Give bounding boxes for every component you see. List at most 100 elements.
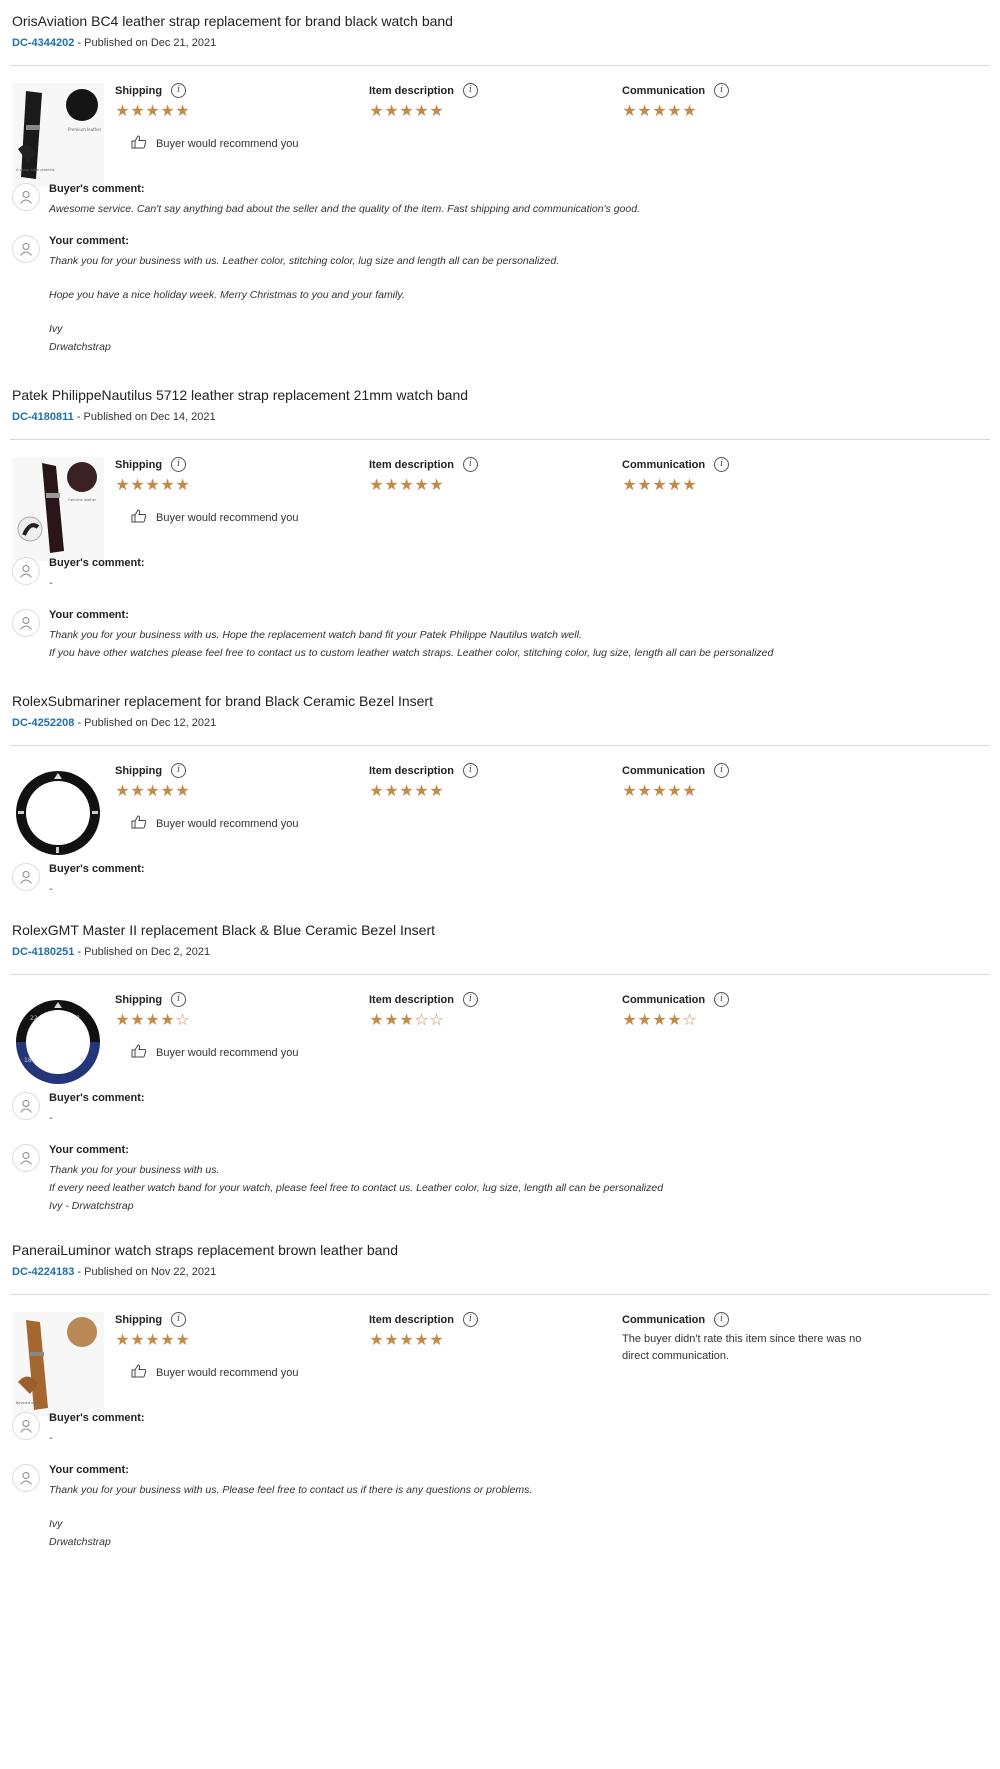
info-icon[interactable]: i — [462, 992, 478, 1007]
buyer-comment-text: - — [49, 1429, 969, 1447]
star-filled-icon: ★ — [414, 1332, 429, 1349]
comment-line: If you have other watches please feel fr… — [49, 647, 774, 659]
rating-label: Item description i — [369, 83, 478, 98]
star-filled-icon: ★ — [399, 1332, 414, 1349]
star-filled-icon: ★ — [369, 783, 384, 800]
rating-item-description: Item description i ★★★☆☆ — [369, 992, 478, 1029]
star-rating: ★★★★★ — [369, 1333, 478, 1349]
star-filled-icon: ★ — [667, 477, 682, 494]
order-id-link[interactable]: DC-4252208 — [12, 717, 74, 729]
star-filled-icon: ★ — [175, 103, 190, 120]
star-filled-icon: ★ — [160, 477, 175, 494]
info-icon[interactable]: i — [462, 1312, 478, 1327]
rating-item-description: Item description i ★★★★★ — [369, 1312, 478, 1349]
user-avatar-icon — [12, 1464, 40, 1492]
thumbs-up-icon — [131, 509, 147, 526]
info-icon[interactable]: i — [171, 763, 187, 778]
star-filled-icon: ★ — [175, 1332, 190, 1349]
your-comment-text: Thank you for your business with us. Lea… — [49, 252, 969, 356]
rating-label-text: Communication — [622, 764, 706, 777]
star-filled-icon: ★ — [175, 783, 190, 800]
star-filled-icon: ★ — [384, 477, 399, 494]
info-icon[interactable]: i — [171, 83, 187, 98]
recommend-text: Buyer would recommend you — [156, 1046, 299, 1059]
order-id-link[interactable]: DC-4180811 — [12, 411, 74, 423]
comment-line: Drwatchstrap — [49, 341, 111, 353]
your-comment-label: Your comment: — [49, 1464, 129, 1476]
comment-spacer — [49, 270, 969, 286]
svg-text:8: 8 — [80, 1057, 84, 1064]
rating-label: Shipping i — [115, 763, 190, 778]
star-rating: ★★★★★ — [369, 784, 478, 800]
star-filled-icon: ★ — [384, 1332, 399, 1349]
info-icon[interactable]: i — [714, 83, 730, 98]
product-thumbnail[interactable] — [12, 767, 104, 871]
rating-label: Shipping i — [115, 992, 190, 1007]
svg-text:Beveled edge: Beveled edge — [16, 1401, 40, 1405]
star-filled-icon: ★ — [175, 477, 190, 494]
your-comment-label: Your comment: — [49, 1144, 129, 1156]
rating-label: Shipping i — [115, 457, 190, 472]
thumbs-up-icon — [131, 1364, 147, 1381]
comment-line: Ivy - Drwatchstrap — [49, 1200, 134, 1212]
comment-line: - — [49, 577, 53, 589]
star-filled-icon: ★ — [652, 103, 667, 120]
star-filled-icon: ★ — [399, 103, 414, 120]
info-icon[interactable]: i — [171, 1312, 187, 1327]
product-thumbnail[interactable]: 22 2 18 8 — [12, 996, 104, 1100]
comment-line: Ivy — [49, 323, 63, 335]
rating-shipping: Shipping i ★★★★★ — [115, 457, 190, 494]
recommend-text: Buyer would recommend you — [156, 137, 299, 150]
rating-label-text: Item description — [369, 764, 454, 777]
info-icon[interactable]: i — [714, 1312, 730, 1327]
star-filled-icon: ★ — [145, 477, 160, 494]
order-id-link[interactable]: DC-4344202 — [12, 37, 74, 49]
info-icon[interactable]: i — [714, 992, 730, 1007]
info-icon[interactable]: i — [462, 83, 478, 98]
user-avatar-icon — [12, 1092, 40, 1120]
thumbs-up-icon — [131, 815, 147, 832]
order-id-link[interactable]: DC-4224183 — [12, 1266, 74, 1278]
review-title: OrisAviation BC4 leather strap replaceme… — [12, 13, 453, 29]
star-filled-icon: ★ — [667, 1012, 682, 1029]
review-meta: DC-4224183 - Published on Nov 22, 2021 — [12, 1266, 216, 1278]
star-filled-icon: ★ — [622, 477, 637, 494]
star-rating: ★★★★★ — [115, 478, 190, 494]
user-avatar-icon — [12, 1144, 40, 1172]
product-thumbnail[interactable]: Genuine leather — [12, 457, 104, 561]
user-avatar-icon — [12, 235, 40, 263]
review-title: RolexSubmariner replacement for brand Bl… — [12, 693, 433, 709]
recommend-text: Buyer would recommend you — [156, 817, 299, 830]
star-filled-icon: ★ — [637, 783, 652, 800]
rating-label-text: Item description — [369, 84, 454, 97]
published-prefix: - Published on — [74, 1266, 151, 1278]
star-filled-icon: ★ — [429, 477, 444, 494]
rating-communication: Communication i ★★★★★ — [622, 457, 730, 494]
info-icon[interactable]: i — [714, 763, 730, 778]
star-rating: ★★★★★ — [622, 784, 729, 800]
info-icon[interactable]: i — [462, 457, 478, 472]
info-icon[interactable]: i — [714, 457, 730, 472]
info-icon[interactable]: i — [171, 457, 187, 472]
star-filled-icon: ★ — [399, 783, 414, 800]
product-thumbnail[interactable]: Premium leather A sharp edge protects — [12, 83, 104, 187]
star-filled-icon: ★ — [429, 783, 444, 800]
star-filled-icon: ★ — [160, 783, 175, 800]
order-id-link[interactable]: DC-4180251 — [12, 946, 74, 958]
star-filled-icon: ★ — [160, 103, 175, 120]
star-filled-icon: ★ — [369, 477, 384, 494]
comment-line: Drwatchstrap — [49, 1536, 111, 1548]
star-filled-icon: ★ — [369, 1012, 384, 1029]
svg-text:18: 18 — [24, 1057, 32, 1064]
comment-line: - — [49, 883, 53, 895]
recommend-text: Buyer would recommend you — [156, 511, 299, 524]
rating-label: Item description i — [369, 457, 478, 472]
star-filled-icon: ★ — [115, 783, 130, 800]
product-thumbnail[interactable]: Beveled edge — [12, 1312, 104, 1416]
rating-shipping: Shipping i ★★★★★ — [115, 763, 190, 800]
star-filled-icon: ★ — [637, 477, 652, 494]
star-filled-icon: ★ — [384, 103, 399, 120]
info-icon[interactable]: i — [171, 992, 187, 1007]
divider — [10, 439, 990, 440]
info-icon[interactable]: i — [462, 763, 478, 778]
